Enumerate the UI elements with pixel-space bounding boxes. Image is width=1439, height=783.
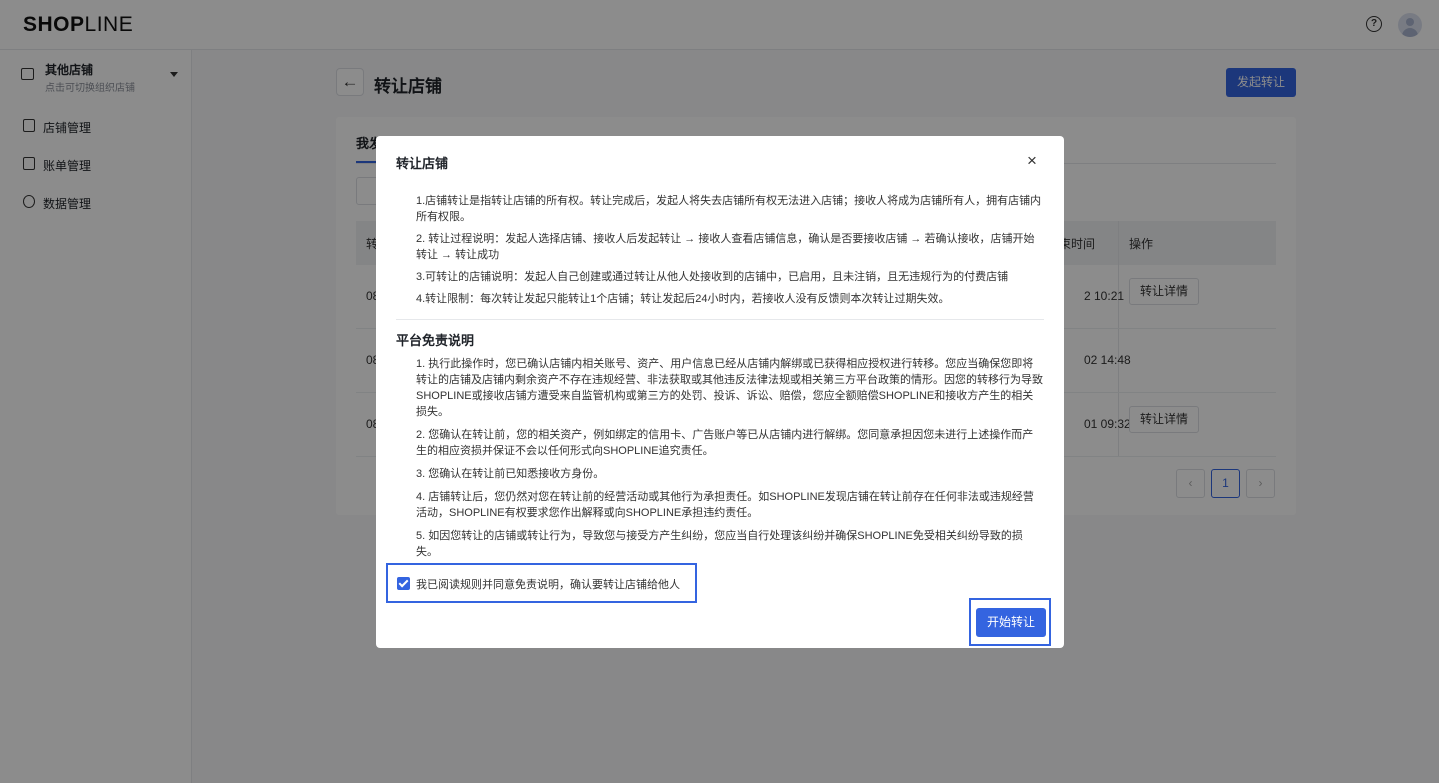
disclaimer-title: 平台免责说明 <box>396 333 475 348</box>
close-icon[interactable]: × <box>1027 152 1037 169</box>
modal-divider <box>396 319 1044 320</box>
agree-checkbox[interactable] <box>397 577 410 590</box>
disclaimer-item: 2. 您确认在转让前，您的相关资产，例如绑定的信用卡、广告账户等已从店铺内进行解… <box>416 429 1034 457</box>
rule-item: 3.可转让的店铺说明：发起人自己创建或通过转让从他人处接收到的店铺中，已启用，且… <box>416 271 1009 283</box>
disclaimer-list: 1. 执行此操作时，您已确认店铺内相关账号、资产、用户信息已经从店铺内解绑或已获… <box>416 356 1044 567</box>
agree-label[interactable]: 我已阅读规则并同意免责说明，确认要转让店铺给他人 <box>416 576 680 592</box>
disclaimer-item: 4. 店铺转让后，您仍然对您在转让前的经营活动或其他行为承担责任。如SHOPLI… <box>416 491 1034 519</box>
start-transfer-button[interactable]: 开始转让 <box>976 608 1046 637</box>
rule-item: 4.转让限制：每次转让发起只能转让1个店铺；转让发起后24小时内，若接收人没有反… <box>416 293 950 305</box>
disclaimer-item: 1. 执行此操作时，您已确认店铺内相关账号、资产、用户信息已经从店铺内解绑或已获… <box>416 358 1043 418</box>
disclaimer-item: 3. 您确认在转让前已知悉接收方身份。 <box>416 468 605 480</box>
start-transfer-highlight: 开始转让 <box>969 598 1051 646</box>
agree-checkbox-row[interactable]: 我已阅读规则并同意免责说明，确认要转让店铺给他人 <box>386 563 697 603</box>
rule-item: 2. 转让过程说明：发起人选择店铺、接收人后发起转让 → 接收人查看店铺信息，确… <box>416 233 1035 261</box>
disclaimer-item: 5. 如因您转让的店铺或转让行为，导致您与接受方产生纠纷，您应当自行处理该纠纷并… <box>416 530 1023 558</box>
transfer-store-modal: 转让店铺 × 1.店铺转让是指转让店铺的所有权。转让完成后，发起人将失去店铺所有… <box>376 136 1064 648</box>
transfer-rules: 1.店铺转让是指转让店铺的所有权。转让完成后，发起人将失去店铺所有权无法进入店铺… <box>416 193 1044 313</box>
rule-item: 1.店铺转让是指转让店铺的所有权。转让完成后，发起人将失去店铺所有权无法进入店铺… <box>416 195 1042 223</box>
modal-title: 转让店铺 <box>396 156 449 171</box>
